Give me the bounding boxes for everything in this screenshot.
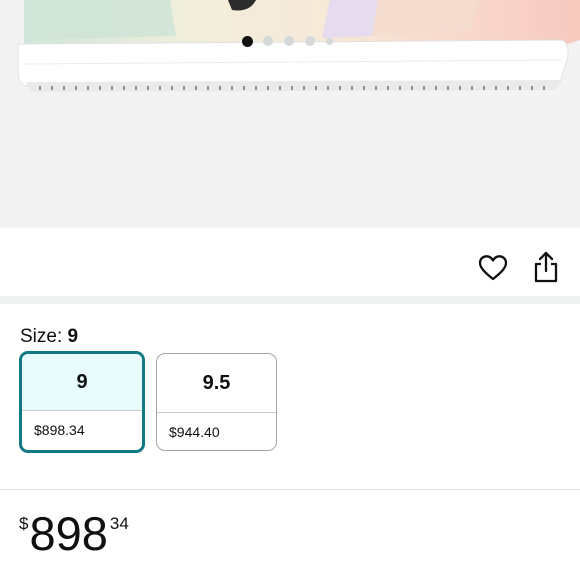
carousel-dot[interactable] [284, 36, 294, 46]
size-option-price: $898.34 [34, 422, 85, 438]
size-heading: Size: 9 [20, 326, 78, 348]
carousel-dot[interactable] [263, 36, 273, 46]
product-price: $ 898 34 [19, 506, 129, 562]
selected-size-value: 9 [67, 326, 79, 347]
carousel-dot-active[interactable] [242, 35, 253, 47]
share-icon[interactable] [533, 251, 559, 283]
carousel-dot[interactable] [305, 36, 315, 46]
price-currency: $ [19, 514, 29, 533]
size-label-text: Size: [20, 326, 63, 347]
product-page: Size: 9 9 $898.34 9.5 $944.40 $ 898 34 [0, 0, 580, 580]
carousel-dots[interactable] [242, 35, 333, 47]
size-option-9[interactable]: 9 $898.34 [19, 351, 145, 453]
carousel-dot[interactable] [326, 37, 333, 45]
size-option-9-5[interactable]: 9.5 $944.40 [156, 353, 277, 451]
heart-icon[interactable] [478, 253, 508, 283]
price-whole: 898 [29, 507, 108, 560]
price-fraction: 34 [109, 514, 129, 533]
price-divider [0, 489, 580, 490]
size-option-size: 9 [22, 354, 142, 411]
size-option-price: $944.40 [169, 424, 220, 440]
section-divider [0, 296, 580, 304]
size-option-size: 9.5 [157, 354, 276, 413]
